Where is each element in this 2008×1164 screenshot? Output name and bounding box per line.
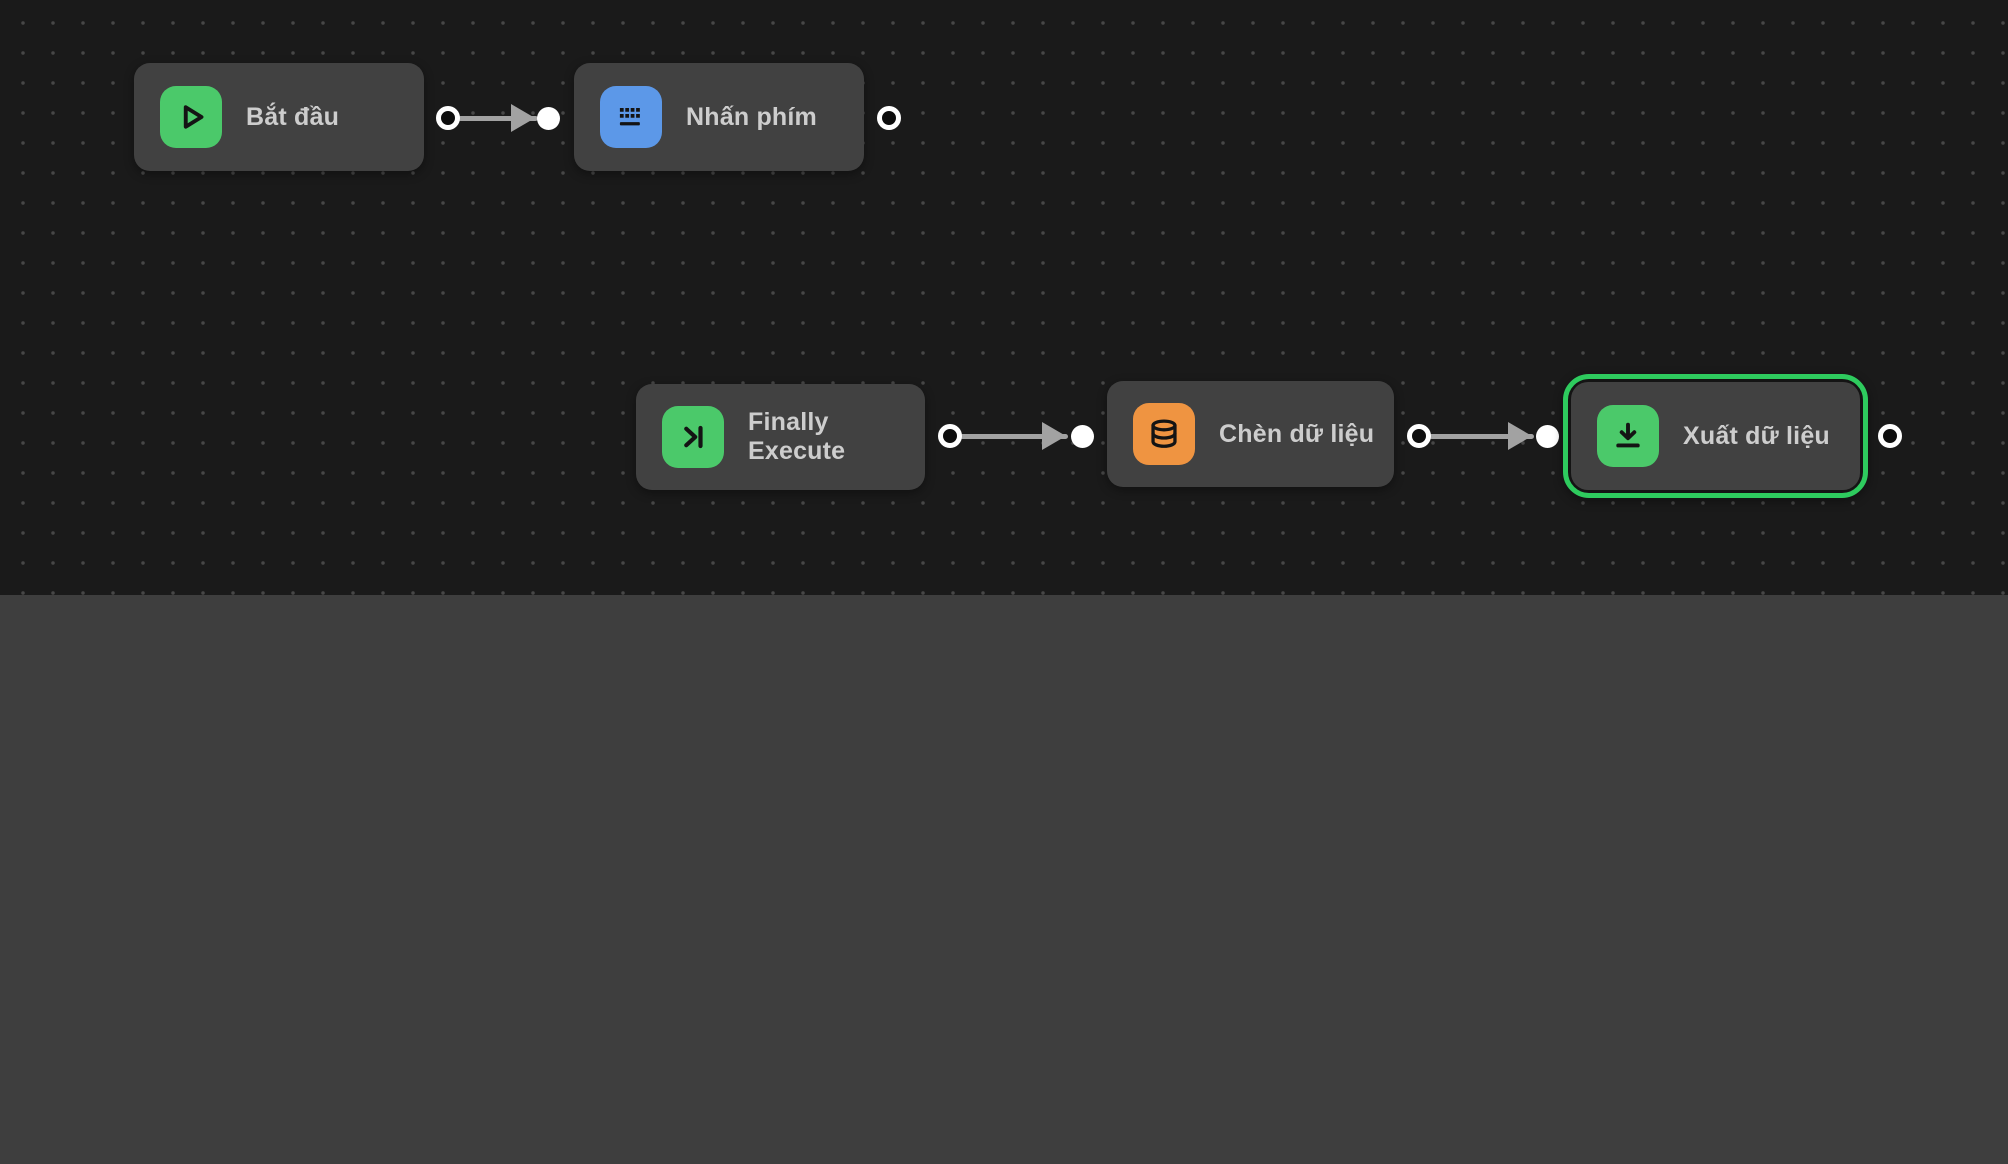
node-label: Nhấn phím <box>686 103 817 132</box>
output-port-start[interactable] <box>436 106 460 130</box>
node-label: Chèn dữ liệu <box>1219 420 1374 449</box>
input-port-insert[interactable] <box>1071 425 1094 448</box>
output-port-insert[interactable] <box>1407 424 1431 448</box>
edge-arrowhead <box>1042 422 1066 450</box>
node-insert-data[interactable]: Chèn dữ liệu <box>1107 381 1394 487</box>
input-port-presskey[interactable] <box>537 107 560 130</box>
node-press-key[interactable]: Nhấn phím <box>574 63 864 171</box>
node-label: Finally Execute <box>748 408 925 466</box>
workflow-canvas[interactable]: Bắt đầu Nhấn phím <box>0 0 2008 595</box>
input-port-export[interactable] <box>1536 425 1559 448</box>
app-window: Bắt đầu Nhấn phím <box>0 0 2008 1164</box>
output-port-finally[interactable] <box>938 424 962 448</box>
edge-arrowhead <box>1508 422 1532 450</box>
debug-drawer: Debugging v{v"referenceData": {"loopData… <box>0 595 2008 1164</box>
download-icon <box>1597 405 1659 467</box>
node-finally-execute[interactable]: Finally Execute <box>636 384 925 490</box>
node-label: Bắt đầu <box>246 103 339 132</box>
database-icon <box>1133 403 1195 465</box>
keyboard-icon <box>600 86 662 148</box>
edge-arrowhead <box>511 104 535 132</box>
node-export-data[interactable]: Xuất dữ liệu <box>1571 382 1860 490</box>
node-start[interactable]: Bắt đầu <box>134 63 424 171</box>
play-icon <box>160 86 222 148</box>
node-export-data-selection-ring: Xuất dữ liệu <box>1563 374 1868 498</box>
output-port-export[interactable] <box>1878 424 1902 448</box>
node-label: Xuất dữ liệu <box>1683 422 1830 451</box>
skip-end-icon <box>662 406 724 468</box>
output-port-presskey[interactable] <box>877 106 901 130</box>
